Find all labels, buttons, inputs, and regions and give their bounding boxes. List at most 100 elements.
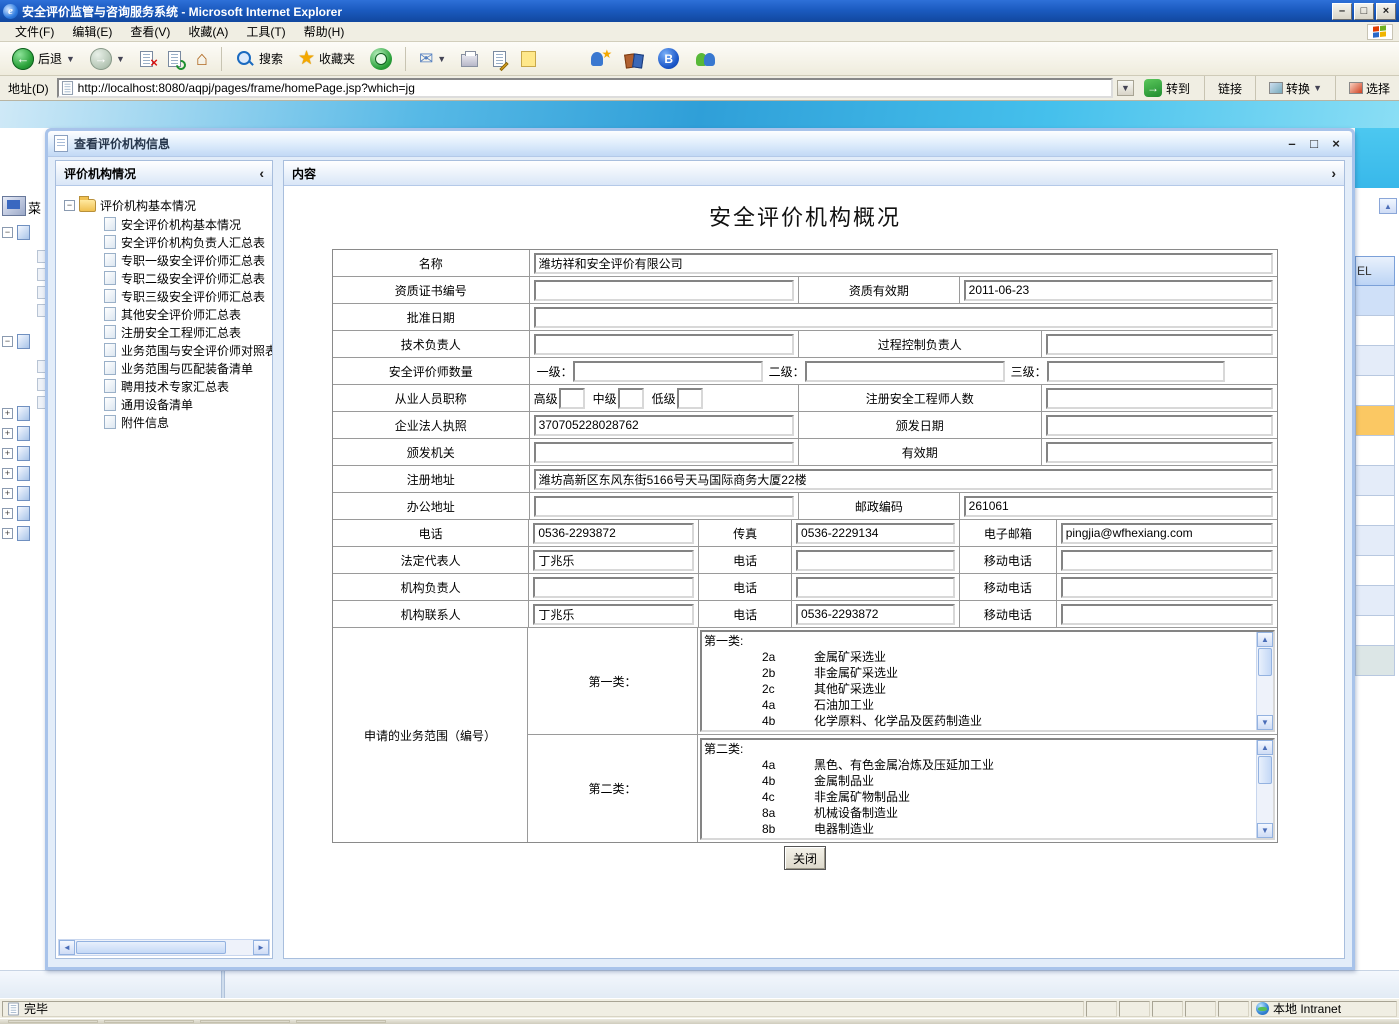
menu-item[interactable]: 编辑(E) <box>63 21 121 42</box>
scope-item[interactable]: 4b 金属制品业 <box>704 773 1254 789</box>
scroll-up-button[interactable]: ▲ <box>1379 198 1397 214</box>
org-head-input[interactable] <box>533 577 694 598</box>
valid-period-input[interactable] <box>1046 442 1274 463</box>
level3-input[interactable] <box>1047 361 1225 382</box>
horizontal-scrollbar[interactable]: ◄ ► <box>58 939 270 956</box>
tree-item[interactable]: 安全评价机构负责人汇总表 <box>104 233 270 251</box>
address-input[interactable] <box>78 81 1109 95</box>
history-button[interactable] <box>364 45 398 73</box>
scroll-up-button[interactable]: ▲ <box>1257 632 1273 647</box>
refresh-button[interactable] <box>162 45 187 73</box>
tree-plus-icon[interactable]: + <box>2 408 13 419</box>
category1-listbox[interactable]: 第一类: 2a 金属矿采选业 2b 非金属矿采选 <box>700 630 1275 732</box>
tree-plus-icon[interactable]: + <box>2 528 13 539</box>
scope-item[interactable]: 2c 其他矿采选业 <box>704 681 1254 697</box>
tree-item[interactable]: 业务范围与安全评价师对照表 <box>104 341 270 359</box>
tree-minus-icon[interactable]: − <box>64 200 75 211</box>
org-contact-input[interactable] <box>533 604 694 625</box>
tree-item[interactable]: 专职三级安全评价师汇总表 <box>104 287 270 305</box>
org-contact-mobile-input[interactable] <box>1061 604 1273 625</box>
tree-item[interactable]: 安全评价机构基本情况 <box>104 215 270 233</box>
legal-mobile-input[interactable] <box>1061 550 1273 571</box>
scope-item[interactable]: 4a 黑色、有色金属冶炼及压延加工业 <box>704 757 1254 773</box>
convert-dropdown-icon[interactable]: ▼ <box>1313 83 1322 93</box>
address-field[interactable] <box>57 78 1113 98</box>
vertical-scrollbar[interactable]: ▲ ▼ <box>1256 740 1273 838</box>
tree-item[interactable]: 注册安全工程师汇总表 <box>104 323 270 341</box>
search-button[interactable]: 搜索 <box>229 45 289 73</box>
tree-item[interactable]: 聘用技术专家汇总表 <box>104 377 270 395</box>
collapse-panel-icon[interactable]: ‹ <box>259 165 264 181</box>
expand-panel-icon[interactable]: › <box>1331 165 1336 181</box>
tree-plus-icon[interactable]: + <box>2 508 13 519</box>
reg-engineer-input[interactable] <box>1046 388 1274 409</box>
senior-input[interactable] <box>559 388 585 409</box>
modal-close-button[interactable]: × <box>1328 136 1344 151</box>
tree-item[interactable]: 通用设备清单 <box>104 395 270 413</box>
mail-dropdown-icon[interactable]: ▼ <box>437 54 446 64</box>
scroll-left-button[interactable]: ◄ <box>59 940 75 955</box>
office-addr-input[interactable] <box>534 496 794 517</box>
scroll-right-button[interactable]: ► <box>253 940 269 955</box>
home-button[interactable]: ⌂ <box>190 45 214 73</box>
tree-item[interactable]: 专职一级安全评价师汇总表 <box>104 251 270 269</box>
tree-item[interactable]: 业务范围与匹配装备清单 <box>104 359 270 377</box>
tree-item[interactable]: 专职二级安全评价师汇总表 <box>104 269 270 287</box>
license-input[interactable] <box>534 415 794 436</box>
level1-input[interactable] <box>573 361 763 382</box>
back-dropdown-icon[interactable]: ▼ <box>66 54 75 64</box>
vertical-scrollbar[interactable]: ▲ ▼ <box>1256 632 1273 730</box>
issue-date-input[interactable] <box>1046 415 1274 436</box>
fax-input[interactable] <box>796 523 955 544</box>
level2-input[interactable] <box>805 361 1005 382</box>
scroll-down-button[interactable]: ▼ <box>1257 715 1273 730</box>
tree-plus-icon[interactable]: + <box>2 448 13 459</box>
cert-no-input[interactable] <box>534 280 794 301</box>
issue-org-input[interactable] <box>534 442 794 463</box>
forward-button[interactable]: → ▼ <box>84 45 131 73</box>
messenger-button[interactable]: ★ <box>584 45 616 73</box>
back-button[interactable]: ← 后退 ▼ <box>6 45 81 73</box>
scope-item[interactable]: 8b 电器制造业 <box>704 821 1254 837</box>
scrollbar-thumb[interactable] <box>1258 648 1272 676</box>
junior-input[interactable] <box>677 388 703 409</box>
legal-rep-input[interactable] <box>533 550 694 571</box>
discuss-button[interactable] <box>515 45 542 73</box>
org-head-phone-input[interactable] <box>796 577 955 598</box>
frame-splitter[interactable] <box>221 971 225 998</box>
links-button[interactable]: 链接 <box>1213 79 1247 98</box>
forward-dropdown-icon[interactable]: ▼ <box>116 54 125 64</box>
menu-item[interactable]: 帮助(H) <box>295 21 354 42</box>
name-input[interactable] <box>534 253 1273 274</box>
reg-addr-input[interactable] <box>534 469 1273 490</box>
scrollbar-thumb[interactable] <box>1258 756 1272 784</box>
phone-input[interactable] <box>533 523 694 544</box>
scope-item[interactable]: 4a 石油加工业 <box>704 697 1254 713</box>
favorites-button[interactable]: ★ 收藏夹 <box>292 45 361 73</box>
convert-button[interactable]: 转换 ▼ <box>1264 79 1327 98</box>
address-dropdown-button[interactable]: ▼ <box>1117 80 1134 96</box>
process-head-input[interactable] <box>1046 334 1274 355</box>
postcode-input[interactable] <box>964 496 1273 517</box>
menu-item[interactable]: 工具(T) <box>237 21 294 42</box>
scroll-down-button[interactable]: ▼ <box>1257 823 1273 838</box>
select-button[interactable]: 选择 <box>1344 79 1395 98</box>
edit-button[interactable] <box>487 45 512 73</box>
modal-maximize-button[interactable]: □ <box>1306 136 1322 151</box>
print-button[interactable] <box>455 45 484 73</box>
minimize-button[interactable]: – <box>1332 3 1352 20</box>
modal-minimize-button[interactable]: – <box>1284 136 1300 151</box>
tree-item[interactable]: 附件信息 <box>104 413 270 431</box>
scroll-up-button[interactable]: ▲ <box>1257 740 1273 755</box>
restore-button[interactable]: □ <box>1354 3 1374 20</box>
scope-item[interactable]: 2a 金属矿采选业 <box>704 649 1254 665</box>
tech-head-input[interactable] <box>534 334 794 355</box>
tree-item[interactable]: 其他安全评价师汇总表 <box>104 305 270 323</box>
cert-valid-input[interactable] <box>964 280 1273 301</box>
approve-date-input[interactable] <box>534 307 1273 328</box>
tree-plus-icon[interactable]: + <box>2 468 13 479</box>
scope-item[interactable]: 8a 机械设备制造业 <box>704 805 1254 821</box>
org-contact-phone-input[interactable] <box>796 604 955 625</box>
email-input[interactable] <box>1061 523 1273 544</box>
tree-minus-icon[interactable]: − <box>2 227 13 238</box>
